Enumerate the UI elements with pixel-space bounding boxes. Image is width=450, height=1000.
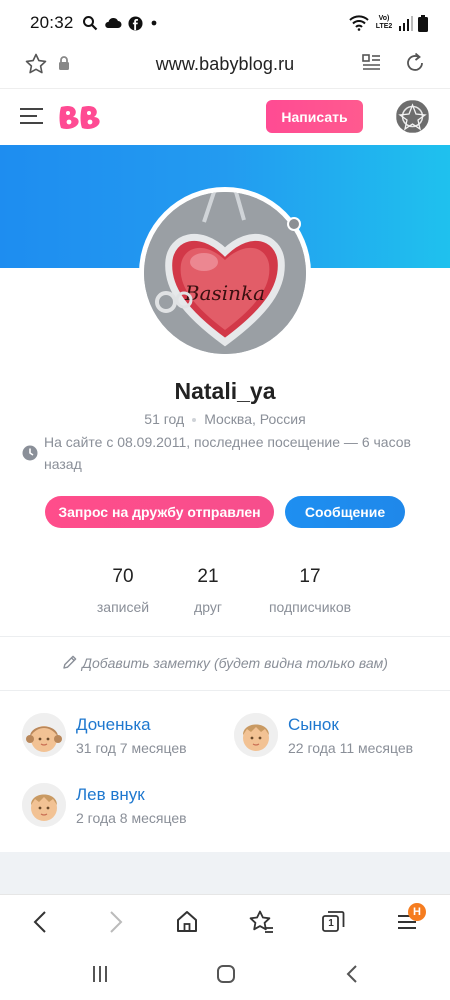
child-name[interactable]: Сынок <box>288 715 339 735</box>
friend-request-button[interactable]: Запрос на дружбу отправлен <box>45 496 274 528</box>
forward-icon[interactable] <box>104 909 126 935</box>
search-icon <box>82 16 97 31</box>
separator-dot <box>192 418 197 423</box>
back-icon[interactable] <box>30 909 52 935</box>
clock-icon <box>22 445 38 461</box>
hamburger-menu-icon[interactable] <box>20 107 44 125</box>
activity-text: На сайте с 08.09.2011, последнее посещен… <box>44 434 411 472</box>
profile-activity: На сайте с 08.09.2011, последнее посещен… <box>22 431 422 475</box>
profile-avatar[interactable]: Basinka <box>139 187 311 359</box>
stat-followers[interactable]: 17 подписчиков <box>260 566 360 615</box>
note-text: Добавить заметку (будет видна только вам… <box>82 655 388 671</box>
menu-badge: H <box>408 903 426 921</box>
divider <box>0 690 450 691</box>
profile-location: Москва, Россия <box>204 411 306 427</box>
cloud-icon <box>104 17 122 28</box>
tabs-count: 1 <box>328 918 334 929</box>
logo-icon <box>59 106 100 129</box>
site-header: Написать <box>0 88 450 144</box>
facebook-icon <box>128 15 143 31</box>
pencil-icon <box>63 655 77 669</box>
child-item[interactable]: Лев внук 2 года 8 месяцев <box>22 783 222 833</box>
girl-avatar-icon <box>22 713 66 757</box>
dot-icon <box>151 20 156 26</box>
stat-value: 17 <box>299 566 321 587</box>
url-text[interactable]: www.babyblog.ru <box>0 54 450 75</box>
system-back-icon[interactable] <box>343 964 363 984</box>
status-time: 20:32 <box>30 13 74 32</box>
avatar-image-icon <box>396 100 429 133</box>
stat-posts[interactable]: 70 записей <box>88 566 158 615</box>
child-age: 2 года 8 месяцев <box>76 810 187 826</box>
status-bar: 20:32 Vo) LTE2 <box>0 0 450 46</box>
page-footer-area <box>0 852 450 894</box>
message-button[interactable]: Сообщение <box>285 496 405 528</box>
signal-icon <box>399 15 413 31</box>
child-item[interactable]: Сынок 22 года 11 месяцев <box>234 713 434 763</box>
write-button[interactable]: Написать <box>266 100 363 133</box>
browser-url-bar: www.babyblog.ru <box>0 46 450 84</box>
boy-avatar-icon <box>234 713 278 757</box>
bookmarks-icon[interactable] <box>247 909 275 935</box>
avatar-lettering: Basinka <box>184 281 265 305</box>
profile-age: 51 год <box>144 411 185 427</box>
status-indicator <box>287 217 301 231</box>
heart-pendant-image-icon: Basinka <box>144 192 306 354</box>
recent-apps-icon[interactable] <box>90 964 110 984</box>
child-age: 31 год 7 месяцев <box>76 740 187 756</box>
browser-bottom-nav: 1 <box>0 894 450 948</box>
stat-friends[interactable]: 21 друг <box>178 566 238 615</box>
child-name[interactable]: Лев внук <box>76 785 145 805</box>
home-button-icon[interactable] <box>216 964 236 984</box>
child-item[interactable]: Доченька 31 год 7 месяцев <box>22 713 222 763</box>
boy-avatar-icon <box>22 783 66 827</box>
stat-label: друг <box>194 599 222 615</box>
wifi-icon <box>349 15 369 31</box>
reload-icon[interactable] <box>403 51 427 75</box>
profile-username: Natali_ya <box>174 378 276 404</box>
system-nav-bar <box>0 948 450 1000</box>
battery-icon <box>418 14 428 32</box>
volte-icon: Vo) LTE2 <box>375 15 393 30</box>
user-avatar[interactable] <box>396 100 429 133</box>
profile-meta: 51 год Москва, Россия <box>0 411 450 427</box>
add-note-link[interactable]: Добавить заметку (будет видна только вам… <box>0 654 450 671</box>
child-name[interactable]: Доченька <box>76 715 151 735</box>
divider <box>0 636 450 637</box>
child-age: 22 года 11 месяцев <box>288 740 414 756</box>
stat-label: подписчиков <box>268 599 352 615</box>
site-logo[interactable] <box>58 103 104 136</box>
stat-value: 70 <box>112 566 134 587</box>
stat-label: записей <box>96 599 150 615</box>
reader-mode-icon[interactable] <box>360 52 382 74</box>
tabs-icon[interactable]: 1 <box>320 909 346 935</box>
home-icon[interactable] <box>174 909 200 935</box>
stat-value: 21 <box>197 566 219 587</box>
